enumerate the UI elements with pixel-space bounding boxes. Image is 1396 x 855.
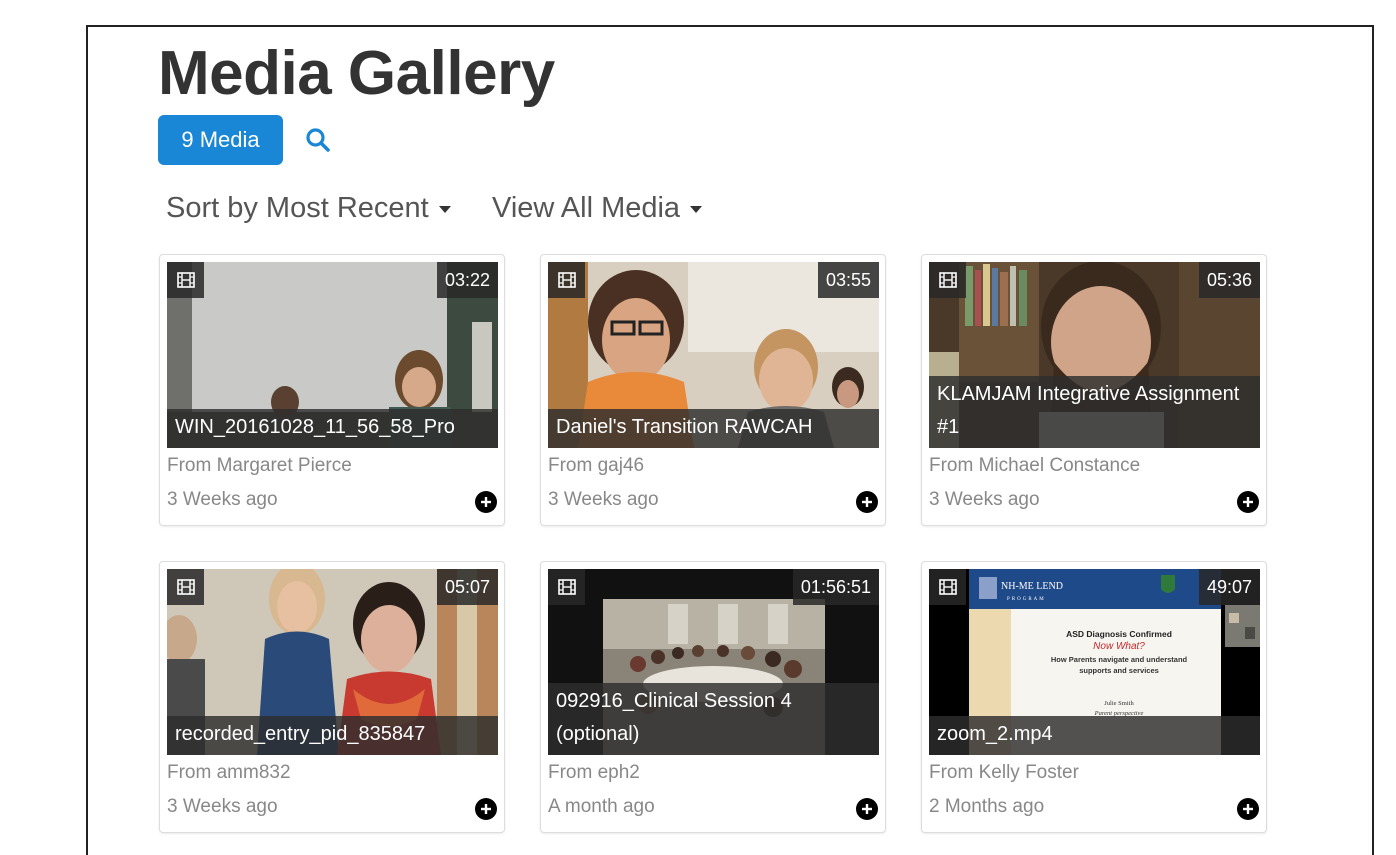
media-card[interactable]: 01:56:51 092916_Clinical Session 4 (opti… xyxy=(540,561,886,833)
film-icon xyxy=(929,569,966,605)
media-title[interactable]: Daniel's Transition RAWCAH xyxy=(548,409,879,448)
film-icon xyxy=(929,262,966,298)
media-timestamp: 3 Weeks ago xyxy=(929,489,1040,510)
duration-badge: 49:07 xyxy=(1198,569,1260,605)
media-author: From gaj46 xyxy=(548,455,645,476)
add-button[interactable] xyxy=(856,491,878,513)
duration-badge: 03:55 xyxy=(817,262,879,298)
slide-presenter: Julie Smith xyxy=(1104,700,1134,707)
add-button[interactable] xyxy=(1237,491,1259,513)
slide-program-sub: PROGRAM xyxy=(1007,597,1046,602)
media-thumbnail[interactable]: 05:36 KLAMJAM Integrative Assignment #1 xyxy=(929,262,1260,448)
add-button[interactable] xyxy=(856,798,878,820)
media-title[interactable]: zoom_2.mp4 xyxy=(929,716,1260,755)
media-card[interactable]: 05:36 KLAMJAM Integrative Assignment #1 … xyxy=(921,254,1267,526)
plus-circle-icon xyxy=(481,497,491,507)
sort-dropdown-label: Sort by Most Recent xyxy=(166,192,429,224)
duration-badge: 05:07 xyxy=(436,569,498,605)
media-timestamp: 3 Weeks ago xyxy=(548,489,659,510)
film-icon xyxy=(548,262,585,298)
media-title[interactable]: 092916_Clinical Session 4 (optional) xyxy=(548,683,879,755)
plus-circle-icon xyxy=(862,497,872,507)
media-author: From eph2 xyxy=(548,762,640,783)
media-timestamp: A month ago xyxy=(548,796,655,817)
film-icon xyxy=(548,569,585,605)
add-button[interactable] xyxy=(475,491,497,513)
media-title[interactable]: recorded_entry_pid_835847 xyxy=(167,716,498,755)
media-thumbnail[interactable]: 05:07 recorded_entry_pid_835847 xyxy=(167,569,498,755)
media-thumbnail[interactable]: NH-ME LEND PROGRAM ASD Diagnosis Confirm… xyxy=(929,569,1260,755)
filter-dropdown-label: View All Media xyxy=(492,192,681,224)
plus-circle-icon xyxy=(1243,497,1253,507)
media-timestamp: 3 Weeks ago xyxy=(167,796,278,817)
page-title: Media Gallery xyxy=(158,39,555,108)
slide-line-1: How Parents navigate and understand xyxy=(1051,655,1188,664)
media-count-button[interactable]: 9 Media xyxy=(158,115,283,165)
media-author: From amm832 xyxy=(167,762,291,783)
media-author: From Margaret Pierce xyxy=(167,455,352,476)
caret-down-icon xyxy=(438,206,451,213)
media-timestamp: 2 Months ago xyxy=(929,796,1045,817)
search-button[interactable] xyxy=(300,122,336,158)
media-title[interactable]: KLAMJAM Integrative Assignment #1 xyxy=(929,376,1260,448)
duration-badge: 03:22 xyxy=(436,262,498,298)
media-title[interactable]: WIN_20161028_11_56_58_Pro xyxy=(167,409,498,448)
media-card[interactable]: 05:07 recorded_entry_pid_835847 From amm… xyxy=(159,561,505,833)
media-card[interactable]: 03:22 WIN_20161028_11_56_58_Pro From Mar… xyxy=(159,254,505,526)
film-icon xyxy=(167,569,204,605)
media-card[interactable]: NH-ME LEND PROGRAM ASD Diagnosis Confirm… xyxy=(921,561,1267,833)
plus-circle-icon xyxy=(481,804,491,814)
media-thumbnail[interactable]: 03:22 WIN_20161028_11_56_58_Pro xyxy=(167,262,498,448)
search-icon xyxy=(306,128,330,152)
sort-dropdown[interactable]: Sort by Most Recent xyxy=(166,192,451,225)
plus-circle-icon xyxy=(862,804,872,814)
media-author: From Kelly Foster xyxy=(929,762,1079,783)
slide-subheading: Now What? xyxy=(1093,641,1145,652)
add-button[interactable] xyxy=(475,798,497,820)
caret-down-icon xyxy=(690,206,703,213)
filter-dropdown[interactable]: View All Media xyxy=(492,192,703,225)
duration-badge: 01:56:51 xyxy=(792,569,879,605)
media-thumbnail[interactable]: 01:56:51 092916_Clinical Session 4 (opti… xyxy=(548,569,879,755)
film-icon xyxy=(167,262,204,298)
media-thumbnail[interactable]: 03:55 Daniel's Transition RAWCAH xyxy=(548,262,879,448)
plus-circle-icon xyxy=(1243,804,1253,814)
slide-line-2: supports and services xyxy=(1079,666,1159,675)
media-author: From Michael Constance xyxy=(929,455,1141,476)
media-timestamp: 3 Weeks ago xyxy=(167,489,278,510)
add-button[interactable] xyxy=(1237,798,1259,820)
slide-program: NH-ME LEND xyxy=(1001,581,1063,592)
media-card[interactable]: 03:55 Daniel's Transition RAWCAH From ga… xyxy=(540,254,886,526)
slide-heading: ASD Diagnosis Confirmed xyxy=(1066,629,1172,639)
duration-badge: 05:36 xyxy=(1198,262,1260,298)
